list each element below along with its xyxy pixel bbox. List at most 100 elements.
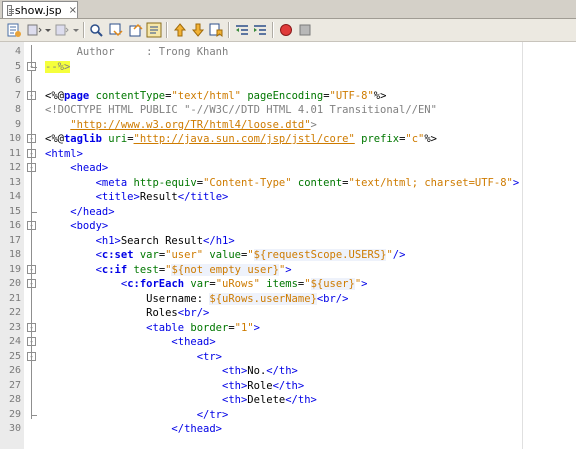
line-number: 21 — [8, 292, 21, 304]
line-number: 7 — [14, 89, 21, 101]
code-token: </tr> — [45, 408, 229, 421]
code-token: <th> — [45, 394, 248, 406]
line-number: 14 — [8, 191, 21, 202]
code-text: <body> — [45, 219, 108, 233]
code-line[interactable]: 29 </tr> — [0, 408, 576, 422]
toolbar-separator — [272, 22, 273, 38]
fold-end-marker — [31, 414, 37, 416]
go-to-source-icon[interactable] — [6, 22, 22, 38]
code-line[interactable]: 19 <c:if test="${not empty user}"> — [0, 263, 576, 277]
code-token: content — [291, 176, 343, 189]
code-token: <html> — [45, 147, 83, 160]
fold-guide — [31, 70, 32, 419]
code-line[interactable]: 26 <th>No.</th> — [0, 364, 576, 378]
code-token: "1" — [234, 321, 254, 334]
line-number: 29 — [8, 408, 21, 420]
code-token: test — [127, 263, 159, 276]
code-editor[interactable]: 4 Author : Trong Khanh 5 --%> 6 7 <%@page con… — [0, 42, 576, 449]
code-token: ${requestScope.USERS} — [253, 249, 387, 261]
code-line[interactable]: 25 <tr> — [0, 350, 576, 364]
fold-end-marker — [31, 66, 37, 68]
code-line[interactable]: 22 Roles<br/> — [0, 306, 576, 320]
toggle-bookmark-icon[interactable] — [208, 22, 224, 38]
code-line[interactable]: 7 <%@page contentType="text/html" pageEnc… — [0, 89, 576, 103]
find-previous-icon[interactable] — [108, 22, 124, 38]
code-line[interactable]: 18 <c:set var="user" value="${requestSco… — [0, 248, 576, 262]
forward-dropdown-icon[interactable] — [72, 22, 80, 38]
code-token: <tr> — [45, 350, 223, 363]
code-line[interactable]: 16 <body> — [0, 219, 576, 233]
editor-tab-bar: show.jsp × — [0, 0, 576, 19]
code-token: uri — [101, 133, 128, 145]
code-token: Role — [247, 379, 273, 392]
previous-bookmark-icon[interactable] — [172, 22, 188, 38]
code-text: <title>Result</title> — [45, 190, 229, 204]
back-dropdown-icon[interactable] — [44, 22, 52, 38]
line-number: 8 — [14, 104, 21, 115]
forward-icon[interactable] — [54, 22, 70, 38]
code-token: %> — [373, 89, 387, 102]
line-number: 6 — [14, 75, 21, 86]
code-token: </th> — [266, 365, 298, 377]
code-text: </thead> — [45, 422, 222, 436]
code-line[interactable]: 20 <c:forEach var="uRows" items="${user}… — [0, 277, 576, 291]
code-token: <table — [45, 321, 185, 334]
code-line[interactable]: 6 — [0, 74, 576, 88]
code-line[interactable]: 15 </head> — [0, 205, 576, 219]
code-line[interactable]: 30 </thead> — [0, 422, 576, 436]
code-line[interactable]: 21 Username: ${uRows.userName}<br/> — [0, 292, 576, 306]
line-number: 28 — [8, 394, 21, 405]
code-token: pageEncoding — [241, 89, 324, 102]
line-number: 11 — [8, 147, 21, 159]
code-token: </thead> — [45, 423, 223, 435]
code-line[interactable]: 4 Author : Trong Khanh — [0, 45, 576, 59]
code-line[interactable]: 12 <head> — [0, 161, 576, 175]
find-next-icon[interactable] — [128, 22, 144, 38]
toggle-highlight-icon[interactable] — [146, 22, 162, 38]
code-line[interactable]: 8 <!DOCTYPE HTML PUBLIC "-//W3C//DTD HTML… — [0, 103, 576, 117]
code-token: No. — [247, 365, 267, 377]
stop-macro-icon[interactable] — [297, 22, 313, 38]
code-text: <thead> — [45, 335, 215, 349]
code-line[interactable]: 9 "http://www.w3.org/TR/html4/loose.dtd"… — [0, 118, 576, 132]
code-line[interactable]: 10 <%@taglib uri="http://java.sun.com/jsp… — [0, 132, 576, 146]
line-number: 30 — [8, 423, 21, 434]
back-icon[interactable] — [26, 22, 42, 38]
code-token: </head> — [45, 205, 115, 218]
code-line[interactable]: 13 <meta http-equiv="Content-Type" conte… — [0, 176, 576, 190]
tab-show-jsp[interactable]: show.jsp × — [2, 1, 78, 18]
code-text: Roles<br/> — [45, 306, 209, 320]
code-token: <meta — [45, 176, 128, 189]
code-token: Search Result — [120, 234, 204, 247]
code-line[interactable]: 27 <th>Role</th> — [0, 379, 576, 393]
code-line[interactable]: 24 <thead> — [0, 335, 576, 349]
code-token: border — [184, 321, 229, 334]
close-tab-icon[interactable]: × — [69, 5, 77, 16]
code-token: <br/> — [177, 307, 210, 319]
next-bookmark-icon[interactable] — [190, 22, 206, 38]
code-token: > — [253, 321, 260, 334]
code-line[interactable]: 17 <h1>Search Result</h1> — [0, 234, 576, 248]
find-icon[interactable] — [88, 22, 104, 38]
code-text: </tr> — [45, 408, 229, 422]
code-token: c:if — [101, 263, 128, 276]
code-line[interactable]: 28 <th>Delete</th> — [0, 393, 576, 407]
code-token: http-equiv — [127, 176, 197, 189]
code-line[interactable]: 14 <title>Result</title> — [0, 190, 576, 204]
code-token: Delete — [247, 394, 286, 406]
fold-end-marker — [31, 211, 37, 213]
code-text: <th>Role</th> — [45, 379, 304, 393]
shift-left-icon[interactable] — [234, 22, 250, 38]
code-token: <%@ — [45, 133, 64, 145]
code-line[interactable]: 5 --%> — [0, 60, 576, 74]
start-macro-icon[interactable] — [278, 22, 294, 38]
line-number: 27 — [8, 379, 21, 391]
code-line[interactable]: 11 <html> — [0, 147, 576, 161]
line-number: 13 — [8, 176, 21, 188]
shift-right-icon[interactable] — [252, 22, 268, 38]
code-text: <c:set var="user" value="${requestScope.… — [45, 248, 405, 262]
code-token: > — [310, 118, 317, 131]
code-line[interactable]: 23 <table border="1"> — [0, 321, 576, 335]
line-number: 19 — [8, 263, 21, 275]
code-token: </th> — [272, 379, 305, 392]
